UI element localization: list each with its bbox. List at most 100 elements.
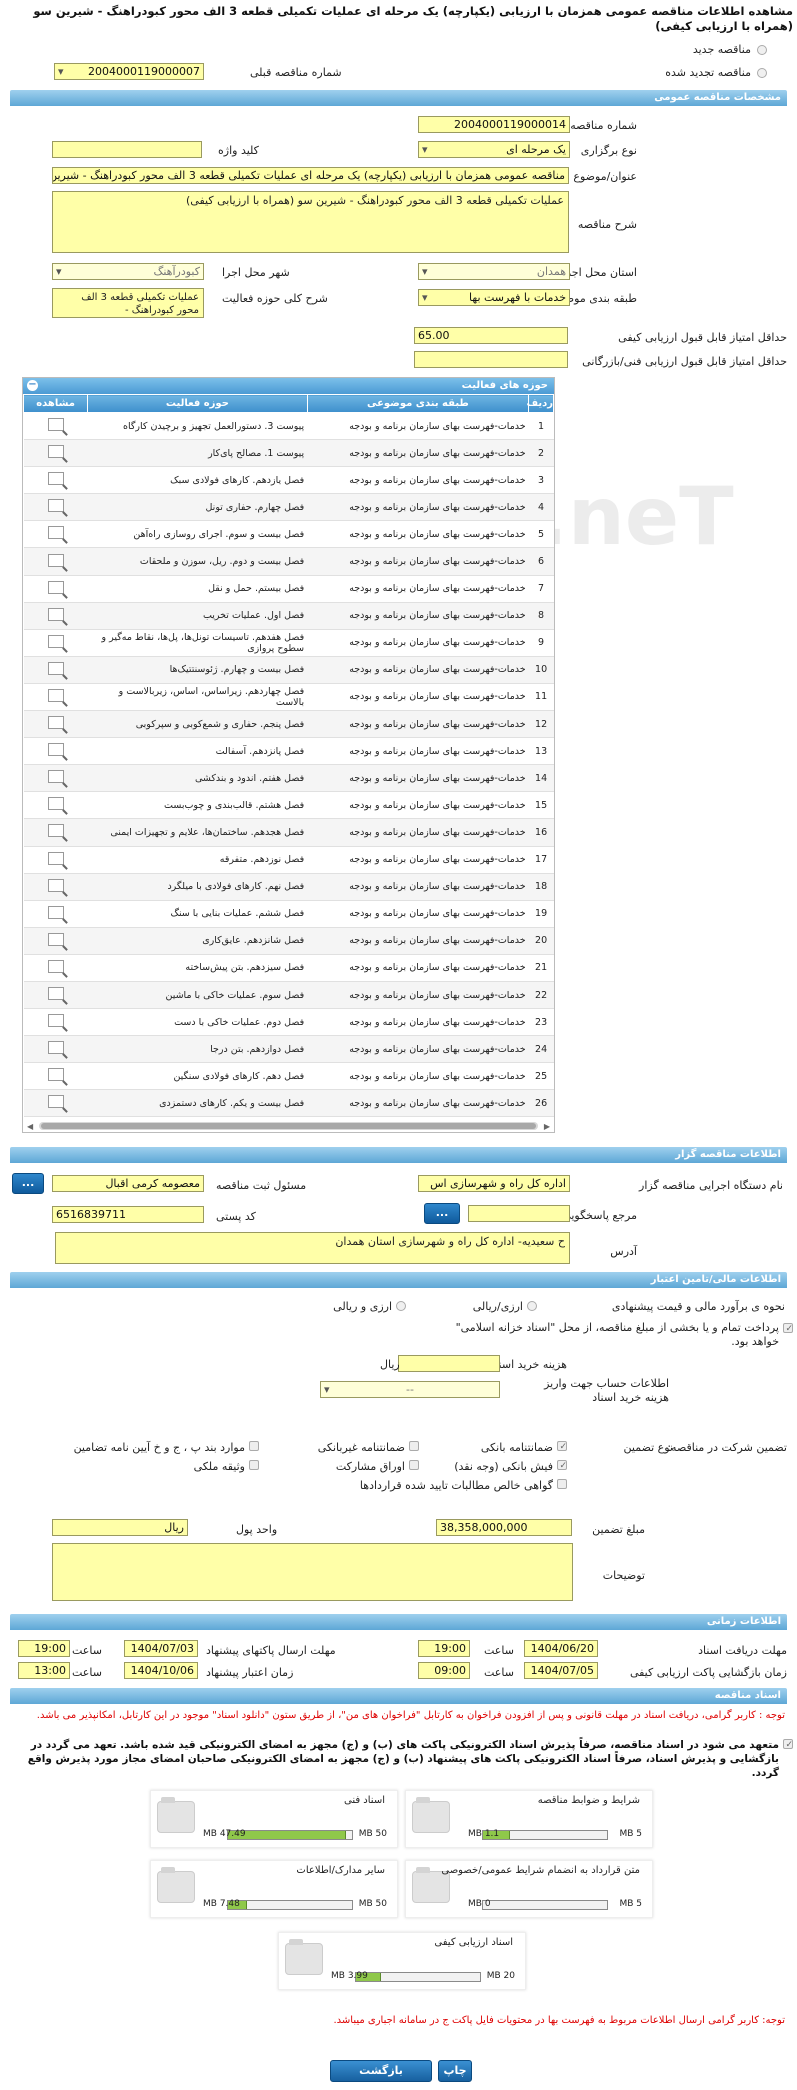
row-number: 24 — [528, 1035, 554, 1064]
g1-checkbox[interactable] — [557, 1441, 567, 1451]
view-icon[interactable] — [47, 824, 64, 838]
table-row: 8 خدمات-فهرست بهای سازمان برنامه و بودجه ف… — [23, 602, 554, 630]
view-icon[interactable] — [47, 905, 64, 919]
type-select[interactable]: یک مرحله ای — [418, 141, 570, 158]
table-row: 18 خدمات-فهرست بهای سازمان برنامه و بودجه… — [23, 873, 554, 901]
officer-lookup-button[interactable]: ... — [12, 1173, 44, 1194]
view-icon[interactable] — [47, 987, 64, 1001]
address-label: آدرس — [610, 1245, 637, 1258]
file-name: اسناد ارزیابی کیفی — [434, 1937, 513, 1948]
row-view — [23, 439, 88, 468]
prev-number-select[interactable]: 2004000119000007 — [54, 63, 204, 80]
view-icon[interactable] — [47, 499, 64, 513]
view-icon[interactable] — [47, 445, 64, 459]
account-select[interactable]: -- — [320, 1381, 500, 1398]
horizontal-scrollbar[interactable] — [39, 1122, 538, 1130]
row-category: خدمات-فهرست بهای سازمان برنامه و بودجه — [307, 873, 529, 901]
view-icon[interactable] — [47, 1014, 64, 1028]
row-view — [23, 791, 88, 820]
row-category: خدمات-فهرست بهای سازمان برنامه و بودجه — [307, 439, 529, 468]
view-icon[interactable] — [47, 959, 64, 973]
doc-cost-field — [398, 1355, 500, 1372]
view-icon[interactable] — [47, 932, 64, 946]
file-box-5[interactable]: اسناد ارزیابی کیفی 20 MB 3.99 MB — [278, 1932, 526, 1990]
category-select[interactable]: خدمات با فهرست بها — [418, 289, 570, 306]
file-name: شرایط و ضوابط مناقصه — [537, 1795, 640, 1806]
g5-label: اوراق مشارکت — [335, 1460, 405, 1473]
file-box-4[interactable]: سایر مدارک/اطلاعات 50 MB 7.48 MB — [150, 1860, 398, 1918]
g6-checkbox[interactable] — [249, 1460, 259, 1470]
ref-field[interactable] — [468, 1205, 570, 1222]
g2-checkbox[interactable] — [409, 1441, 419, 1451]
print-button[interactable]: چاپ — [438, 2060, 472, 2082]
estimate-opt2-radio[interactable] — [396, 1301, 406, 1311]
view-icon[interactable] — [47, 472, 64, 486]
tech-min-field — [414, 351, 568, 368]
view-icon[interactable] — [47, 1095, 64, 1109]
scroll-left-icon[interactable]: ◀ — [27, 1122, 33, 1131]
row-category: خدمات-فهرست بهای سازمان برنامه و بودجه — [307, 683, 529, 712]
city-select[interactable]: کبودرآهنگ — [52, 263, 204, 280]
view-icon[interactable] — [47, 770, 64, 784]
view-icon[interactable] — [47, 716, 64, 730]
file-box-2[interactable]: اسناد فنی 50 MB 47.49 MB — [150, 1790, 398, 1848]
collapse-icon[interactable]: − — [27, 380, 38, 391]
view-icon[interactable] — [47, 743, 64, 757]
view-icon[interactable] — [47, 553, 64, 567]
g3-checkbox[interactable] — [249, 1441, 259, 1451]
scroll-thumb[interactable] — [41, 1123, 536, 1129]
folder-icon — [157, 1797, 195, 1833]
file-box-3[interactable]: متن قرارداد به انضمام شرایط عمومی/خصوصی … — [405, 1860, 653, 1918]
row-number: 18 — [528, 873, 554, 901]
file-progress — [355, 1972, 481, 1982]
row-view — [23, 1062, 88, 1091]
row-number: 16 — [528, 818, 554, 847]
row-area: فصل دوازدهم. بتن درجا — [87, 1035, 308, 1064]
view-icon[interactable] — [47, 851, 64, 865]
row-area: فصل بیست و سوم. اجرای روسازی راه‌آهن — [87, 520, 308, 549]
table-row: 3 خدمات-فهرست بهای سازمان برنامه و بودجه ف… — [23, 466, 554, 495]
view-icon[interactable] — [47, 661, 64, 675]
view-icon[interactable] — [47, 607, 64, 621]
file-name: سایر مدارک/اطلاعات — [296, 1865, 385, 1876]
ref-lookup-button[interactable]: ... — [424, 1203, 460, 1224]
postal-label: کد پستی — [216, 1210, 256, 1223]
new-tender-radio-btn[interactable] — [757, 45, 767, 55]
row-view — [23, 466, 88, 495]
back-button[interactable]: بازگشت — [330, 2060, 432, 2082]
g4-checkbox[interactable] — [557, 1460, 567, 1470]
file-size: 47.49 MB — [203, 1829, 246, 1839]
view-icon[interactable] — [47, 580, 64, 594]
view-icon[interactable] — [47, 634, 64, 648]
table-row: 10 خدمات-فهرست بهای سازمان برنامه و بودجه… — [23, 656, 554, 684]
table-row: 26 خدمات-فهرست بهای سازمان برنامه و بودجه… — [23, 1089, 554, 1118]
g7-checkbox[interactable] — [557, 1479, 567, 1489]
view-icon[interactable] — [47, 688, 64, 702]
estimate-label: نحوه ی برآورد مالی و قیمت پیشنهادی — [611, 1300, 785, 1313]
file-box-1[interactable]: شرایط و ضوابط مناقصه 5 MB 1.1 MB — [405, 1790, 653, 1848]
estimate-opt1-radio[interactable] — [527, 1301, 537, 1311]
file-progress — [482, 1830, 608, 1840]
view-icon[interactable] — [47, 1068, 64, 1082]
g5-checkbox[interactable] — [409, 1460, 419, 1470]
province-select[interactable]: همدان — [418, 263, 570, 280]
new-tender-option[interactable]: مناقصه جدید — [693, 43, 751, 56]
col-row: ردیف — [526, 394, 554, 413]
row-area: فصل سوم. عملیات خاکی با ماشین — [87, 981, 308, 1010]
file-progress — [227, 1900, 353, 1910]
row-view — [23, 710, 88, 739]
view-icon[interactable] — [47, 797, 64, 811]
renewal-option[interactable]: مناقصه تجدید شده — [665, 66, 751, 79]
view-icon[interactable] — [47, 878, 64, 892]
commit-checkbox[interactable] — [783, 1739, 793, 1749]
number-field: 2004000119000014 — [418, 116, 570, 133]
view-icon[interactable] — [47, 418, 64, 432]
view-icon[interactable] — [47, 526, 64, 540]
scroll-right-icon[interactable]: ▶ — [544, 1122, 550, 1131]
file-name: اسناد فنی — [344, 1795, 385, 1806]
renewal-radio-btn[interactable] — [757, 68, 767, 78]
treasury-checkbox[interactable] — [783, 1323, 793, 1333]
view-icon[interactable] — [47, 1041, 64, 1055]
row-area: فصل نوزدهم. متفرقه — [87, 846, 308, 874]
keyword-field[interactable] — [52, 141, 202, 158]
